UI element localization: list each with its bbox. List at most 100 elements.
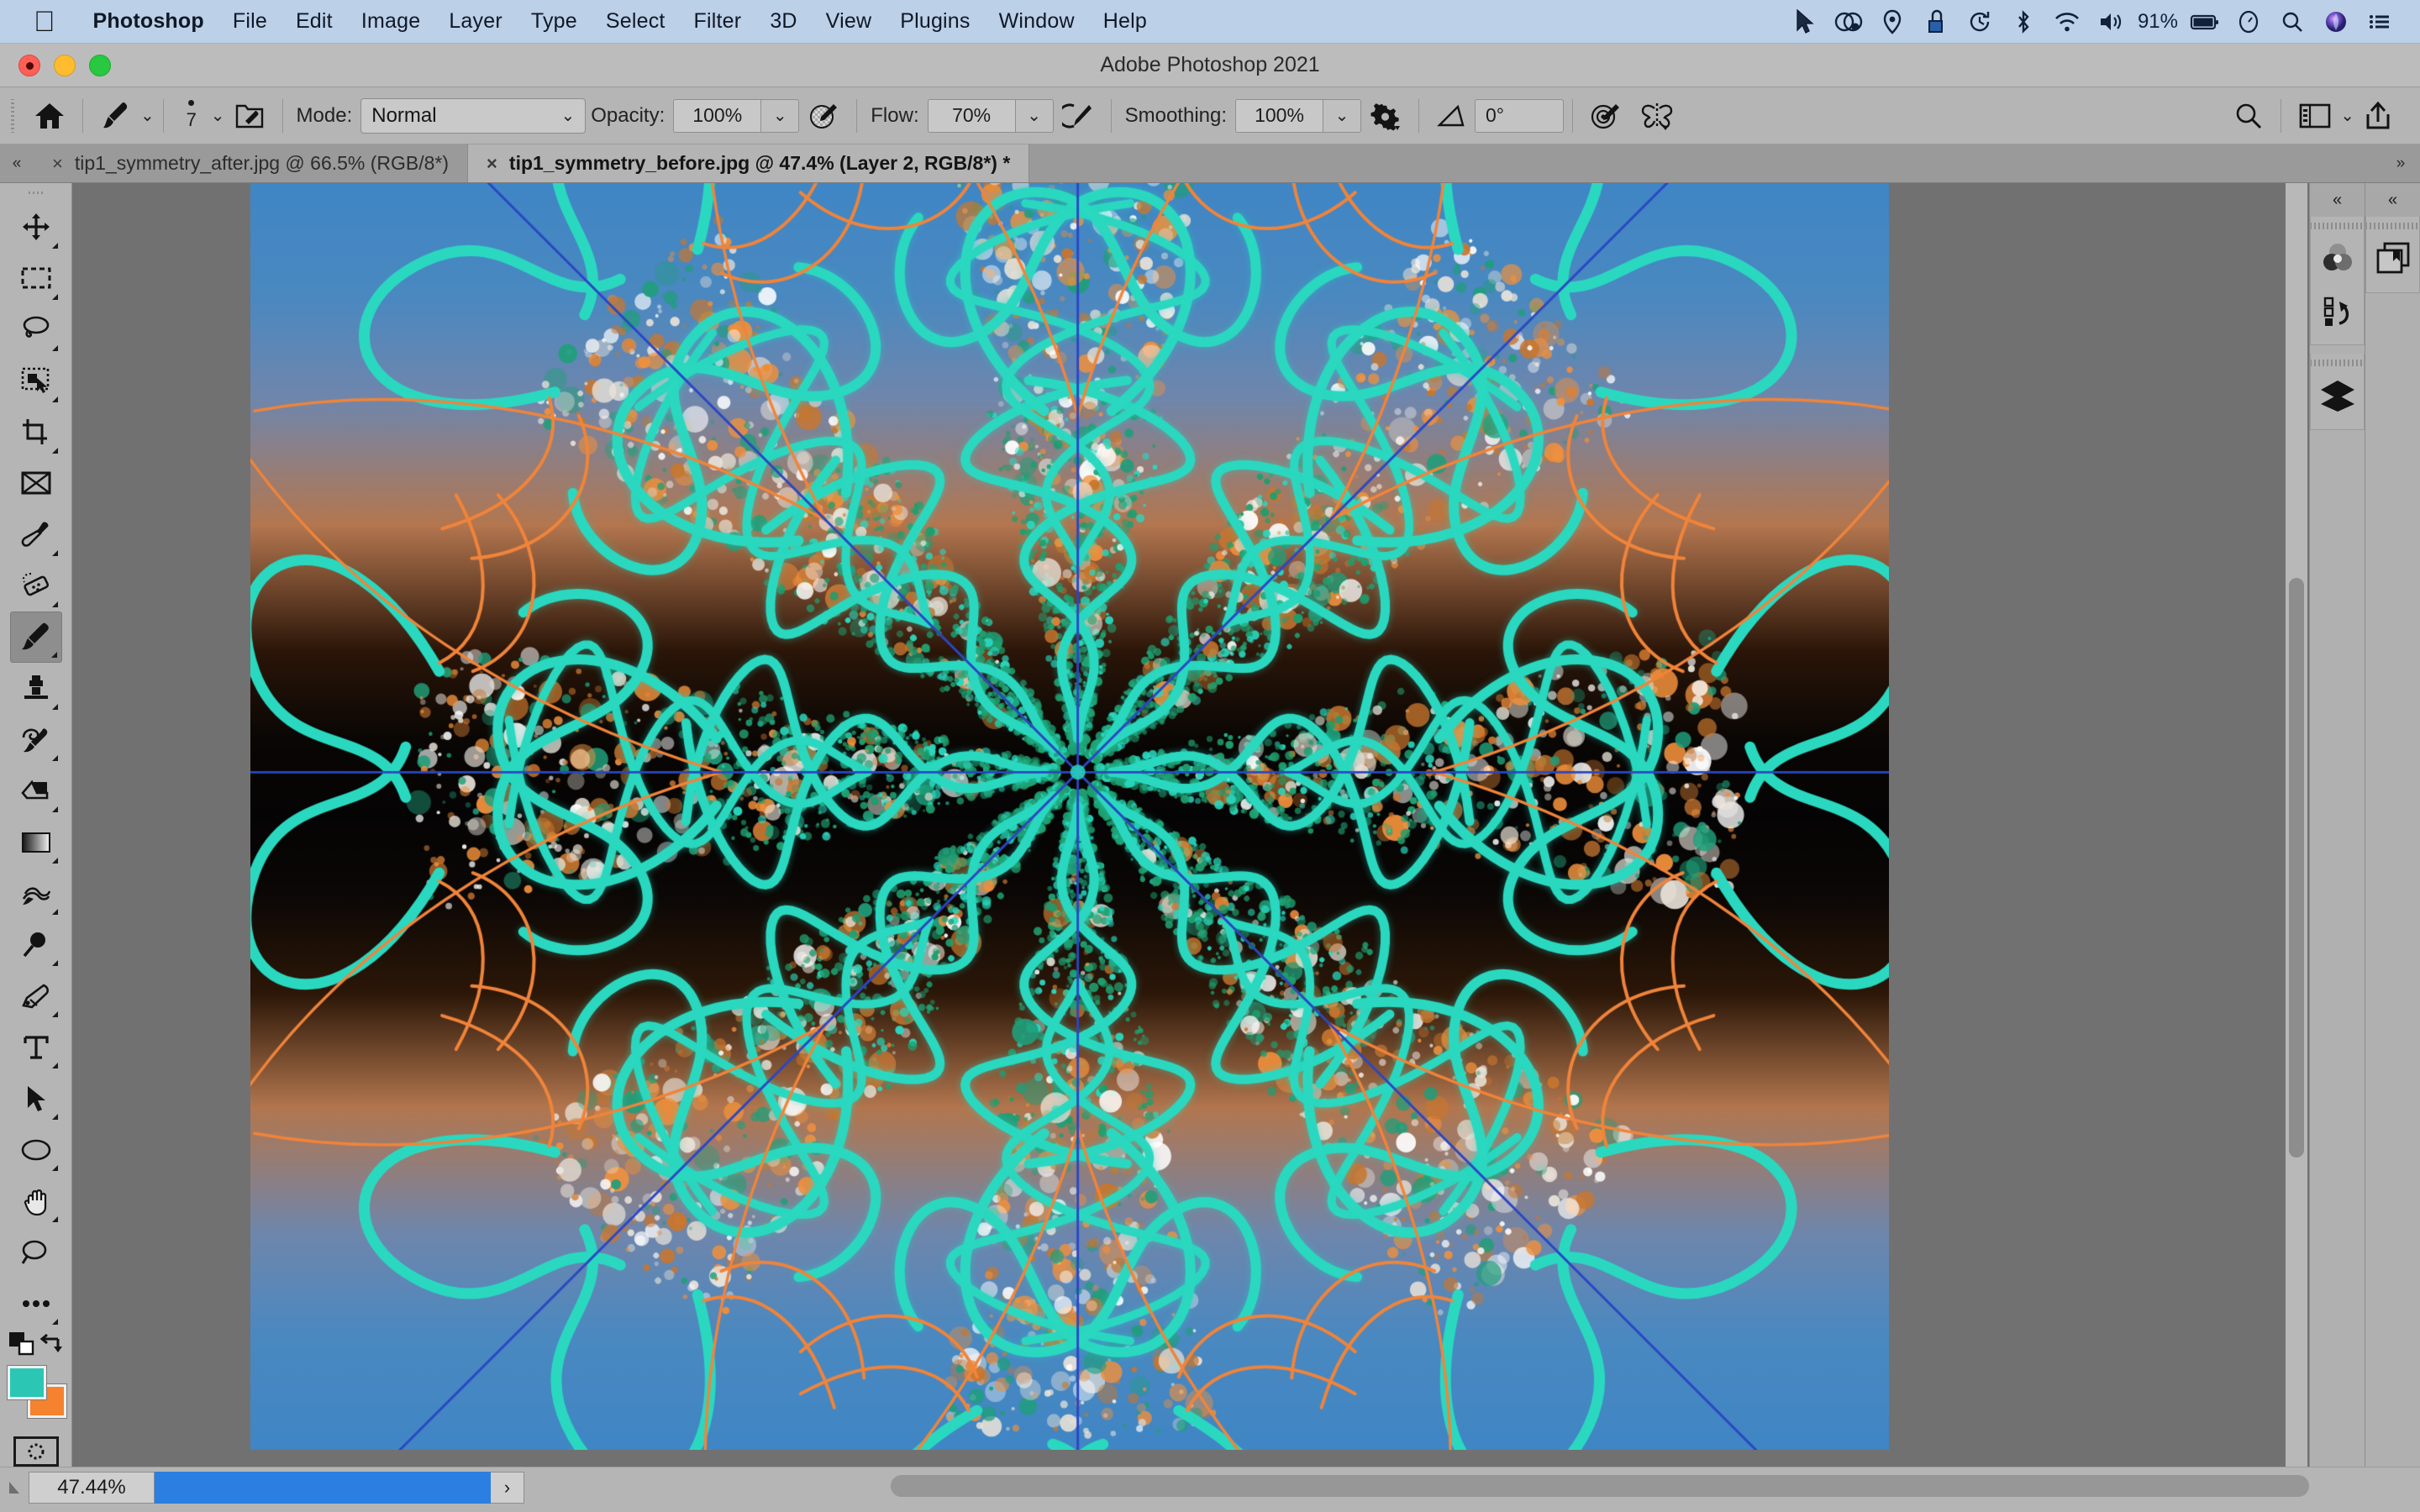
zoom-tool[interactable]: [10, 1226, 62, 1278]
smoothing-chevron-down-icon[interactable]: ⌄: [1323, 98, 1362, 133]
volume-icon[interactable]: [2089, 0, 2133, 44]
camera-icon[interactable]: [1914, 0, 1958, 44]
smoothing-options-gear-icon[interactable]: [1361, 92, 1410, 139]
artwork-canvas[interactable]: [250, 183, 1889, 1450]
horizontal-type-tool[interactable]: [10, 1021, 62, 1073]
path-selection-tool[interactable]: [10, 1073, 62, 1124]
ellipse-shape-tool[interactable]: [10, 1124, 62, 1175]
foreground-color-swatch[interactable]: [6, 1364, 47, 1400]
apple-icon[interactable]: : [34, 8, 55, 36]
lasso-tool[interactable]: [10, 304, 62, 355]
rectangular-marquee-tool[interactable]: [10, 253, 62, 304]
tab-close-icon[interactable]: ×: [52, 153, 63, 175]
blend-mode-select[interactable]: Normal ⌄: [360, 97, 587, 134]
color-panel-icon[interactable]: [2311, 232, 2364, 284]
opacity-chevron-down-icon[interactable]: ⌄: [760, 98, 800, 133]
history-panel-icon[interactable]: [2311, 284, 2364, 336]
document-canvas-area[interactable]: [72, 183, 2309, 1467]
object-selection-tool[interactable]: [10, 355, 62, 407]
menu-view[interactable]: View: [812, 9, 886, 34]
workspace-switcher-icon[interactable]: [2290, 92, 2340, 139]
menu-type[interactable]: Type: [517, 9, 592, 34]
brush-size-chevron-down-icon[interactable]: ⌄: [211, 105, 225, 126]
panel-group-grip[interactable]: [2311, 354, 2364, 369]
menu-help[interactable]: Help: [1089, 9, 1161, 34]
wifi-icon[interactable]: [2045, 0, 2089, 44]
share-icon[interactable]: [2354, 92, 2402, 139]
search-icon[interactable]: [2225, 92, 2272, 139]
notification-center-icon[interactable]: [2358, 0, 2402, 44]
menu-edit[interactable]: Edit: [281, 9, 347, 34]
zoom-level-input[interactable]: 47.44%: [29, 1471, 155, 1504]
menu-photoshop[interactable]: Photoshop: [79, 9, 218, 34]
brush-size-preview[interactable]: 7: [172, 92, 211, 139]
toolbox-grip[interactable]: [28, 188, 44, 198]
document-tab-before[interactable]: × tip1_symmetry_before.jpg @ 47.4% (Laye…: [468, 144, 1030, 182]
smoothing-input[interactable]: 100%: [1235, 98, 1323, 133]
edit-toolbar-more-tool[interactable]: [10, 1278, 62, 1329]
menu-plugins[interactable]: Plugins: [886, 9, 984, 34]
screen-sharing-icon[interactable]: [1827, 0, 1870, 44]
options-bar-grip[interactable]: [7, 98, 20, 133]
hand-tool[interactable]: [10, 1175, 62, 1226]
pressure-controls-opacity-icon[interactable]: [799, 92, 848, 139]
gradient-tool[interactable]: [10, 816, 62, 868]
panel-group-grip[interactable]: [2311, 217, 2364, 232]
document-tab-after[interactable]: × tip1_symmetry_after.jpg @ 66.5% (RGB/8…: [34, 144, 469, 182]
siri-icon[interactable]: [2314, 0, 2358, 44]
spot-healing-brush-tool[interactable]: [10, 560, 62, 612]
opacity-input[interactable]: 100%: [673, 98, 761, 133]
battery-icon[interactable]: [2183, 0, 2227, 44]
pressure-controls-size-icon[interactable]: [1581, 92, 1630, 139]
artboard[interactable]: [250, 183, 1889, 1450]
swap-foreground-background-colors-icon[interactable]: [39, 1331, 65, 1356]
document-info-bar[interactable]: [155, 1471, 491, 1504]
frame-tool[interactable]: [10, 458, 62, 509]
canvas-horizontal-scrollbar-thumb[interactable]: [891, 1475, 2309, 1497]
panel-group-grip[interactable]: [2366, 217, 2419, 232]
libraries-panel-icon[interactable]: [2366, 232, 2419, 284]
default-foreground-background-colors-icon[interactable]: [8, 1332, 36, 1357]
canvas-vertical-scrollbar-thumb[interactable]: [2289, 578, 2304, 1158]
document-info-arrow-icon[interactable]: ›: [491, 1471, 524, 1504]
flow-chevron-down-icon[interactable]: ⌄: [1014, 98, 1054, 133]
brush-preset-icon[interactable]: [92, 92, 140, 139]
canvas-horizontal-scrollbar[interactable]: [891, 1475, 2309, 1500]
layers-panel-icon[interactable]: [2311, 369, 2364, 421]
resize-grip-icon[interactable]: [0, 1467, 29, 1507]
tab-close-icon[interactable]: ×: [487, 153, 497, 175]
menu-layer[interactable]: Layer: [434, 9, 517, 34]
menu-filter[interactable]: Filter: [680, 9, 756, 34]
brush-tool[interactable]: [9, 611, 62, 663]
pen-tool[interactable]: [10, 970, 62, 1021]
home-icon[interactable]: [25, 92, 74, 139]
brush-preset-chevron-down-icon[interactable]: ⌄: [140, 105, 155, 126]
menu-select[interactable]: Select: [592, 9, 680, 34]
blur-tool[interactable]: [10, 868, 62, 919]
time-machine-icon[interactable]: [1958, 0, 2002, 44]
crop-tool[interactable]: [10, 407, 62, 458]
workspace-chevron-down-icon[interactable]: ⌄: [2340, 105, 2354, 126]
move-tool[interactable]: [10, 202, 62, 253]
brush-angle-input[interactable]: 0°: [1475, 98, 1565, 133]
menu-3d[interactable]: 3D: [755, 9, 811, 34]
menu-file[interactable]: File: [218, 9, 281, 34]
eyedropper-tool[interactable]: [10, 509, 62, 560]
collapse-panels-icon[interactable]: «: [2310, 183, 2365, 217]
quick-mask-mode-icon[interactable]: [13, 1436, 59, 1467]
menu-window[interactable]: Window: [985, 9, 1089, 34]
tab-scroll-left-icon[interactable]: «: [0, 144, 34, 182]
control-center-icon[interactable]: [2227, 0, 2270, 44]
menu-image[interactable]: Image: [347, 9, 434, 34]
brush-settings-panel-icon[interactable]: [225, 92, 274, 139]
tab-scroll-right-icon[interactable]: »: [2381, 144, 2420, 182]
bluetooth-icon[interactable]: [2002, 0, 2045, 44]
flow-input[interactable]: 70%: [927, 98, 1015, 133]
canvas-vertical-scrollbar[interactable]: [2286, 183, 2307, 1467]
collapse-panels-icon-2[interactable]: «: [2365, 183, 2420, 217]
symmetry-butterfly-icon[interactable]: [1630, 92, 1684, 139]
history-brush-tool[interactable]: [10, 714, 62, 765]
spotlight-search-icon[interactable]: [2270, 0, 2314, 44]
eraser-tool[interactable]: [10, 765, 62, 816]
dodge-tool[interactable]: [10, 919, 62, 970]
